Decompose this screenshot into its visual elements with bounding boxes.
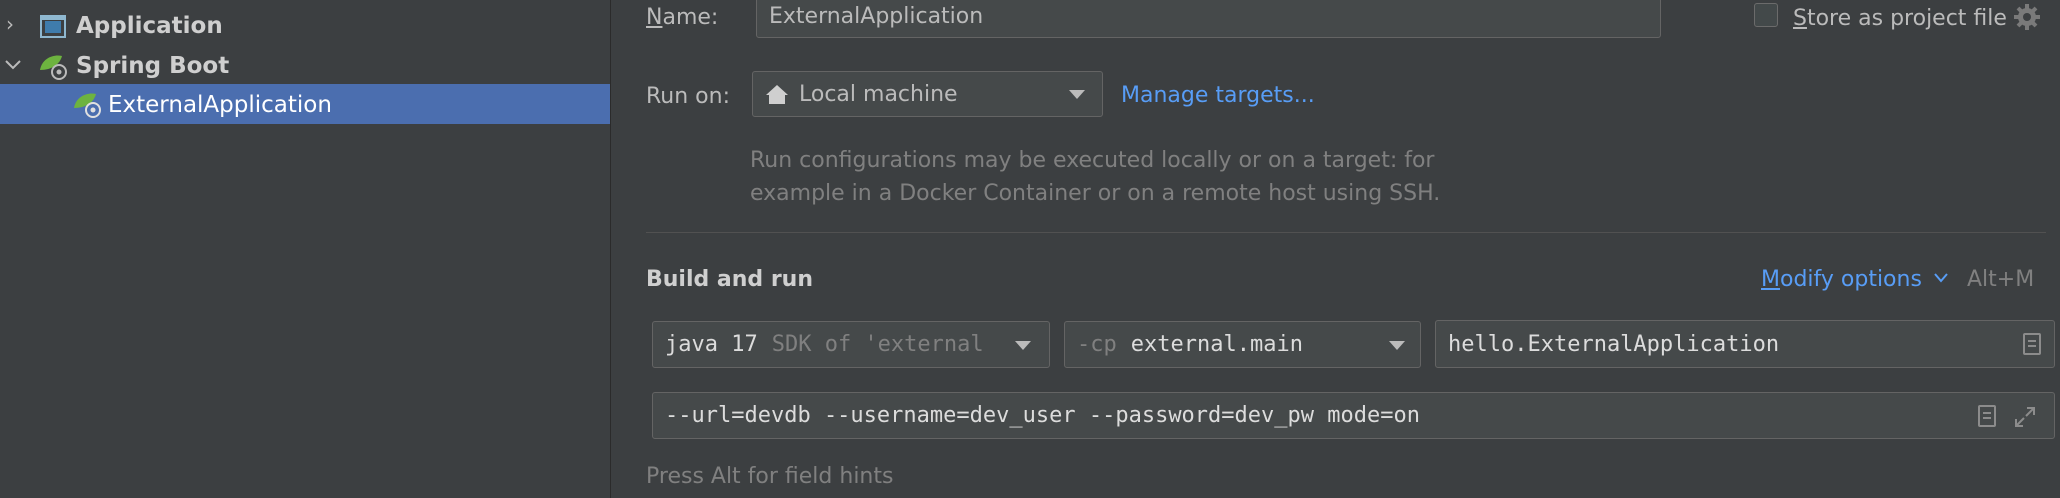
name-label: Name: <box>646 5 719 30</box>
chevron-right-icon[interactable]: › <box>6 12 14 36</box>
browse-icon[interactable] <box>2023 333 2041 355</box>
modify-options-link[interactable]: Modify options <box>1761 267 1922 292</box>
run-on-help-line-1: Run configurations may be executed local… <box>750 148 1435 173</box>
name-field[interactable]: ExternalApplication <box>756 0 1661 38</box>
tree-item-label: Application <box>76 13 223 39</box>
name-value: ExternalApplication <box>769 3 984 29</box>
tree-item-external-application[interactable]: ExternalApplication <box>0 84 610 124</box>
tree-item-label: ExternalApplication <box>108 92 332 118</box>
jdk-value: java 17 <box>665 332 758 357</box>
main-class-field[interactable]: hello.ExternalApplication <box>1435 320 2055 368</box>
expand-icon[interactable] <box>2013 405 2037 429</box>
run-on-dropdown[interactable]: Local machine <box>752 71 1103 117</box>
divider <box>646 232 2046 233</box>
run-config-form: Name: ExternalApplication Store as proje… <box>611 0 2060 498</box>
chevron-down-icon <box>1389 341 1405 350</box>
tree-item-application[interactable]: › Application <box>0 6 610 46</box>
build-and-run-heading: Build and run <box>646 267 814 292</box>
store-as-project-file-checkbox[interactable] <box>1754 3 1778 27</box>
jdk-dropdown[interactable]: java 17 SDK of 'external <box>652 321 1050 368</box>
run-on-help-line-2: example in a Docker Container or on a re… <box>750 181 1441 206</box>
run-config-tree: › Application Spring Boot ExternalApplic… <box>0 0 611 498</box>
tree-item-spring-boot[interactable]: Spring Boot <box>0 46 610 86</box>
application-icon <box>40 15 66 38</box>
field-hints-text: Press Alt for field hints <box>646 464 894 489</box>
cp-value: external.main <box>1130 332 1303 357</box>
run-on-label: Run on: <box>646 84 730 109</box>
cp-prefix: -cp <box>1077 332 1117 357</box>
spring-boot-icon <box>74 93 101 118</box>
run-on-value: Local machine <box>799 81 958 107</box>
classpath-module-dropdown[interactable]: -cp external.main <box>1064 321 1421 368</box>
chevron-down-icon <box>1069 90 1085 99</box>
manage-targets-link[interactable]: Manage targets... <box>1121 83 1315 108</box>
insert-macro-icon[interactable] <box>1978 405 1996 427</box>
program-arguments-value: --url=devdb --username=dev_user --passwo… <box>665 403 1420 428</box>
gear-icon[interactable] <box>2013 3 2041 31</box>
tree-item-label: Spring Boot <box>76 53 230 79</box>
chevron-down-icon <box>1015 341 1031 350</box>
modify-options-shortcut: Alt+M <box>1967 267 2035 292</box>
main-class-value: hello.ExternalApplication <box>1448 331 1780 357</box>
jdk-hint: SDK of 'external <box>771 332 984 357</box>
store-as-project-file-label[interactable]: Store as project file <box>1793 6 2007 31</box>
chevron-down-icon[interactable] <box>4 56 22 74</box>
chevron-down-icon[interactable] <box>1933 271 1949 285</box>
home-icon <box>766 85 788 104</box>
program-arguments-field[interactable]: --url=devdb --username=dev_user --passwo… <box>652 392 2055 439</box>
spring-boot-icon <box>40 55 67 80</box>
